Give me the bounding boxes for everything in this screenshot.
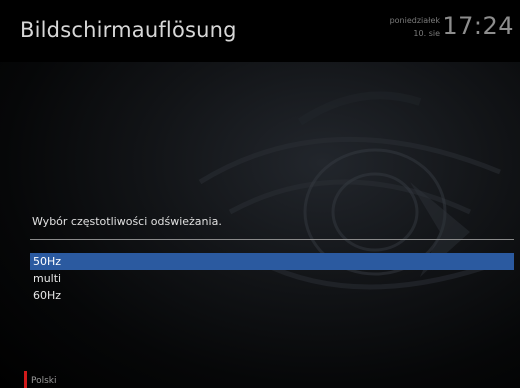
divider xyxy=(30,239,514,240)
clock: 17:24 xyxy=(442,12,514,40)
red-key-indicator xyxy=(24,371,27,388)
screen: Bildschirmauflösung poniedziałek 10. sie… xyxy=(0,0,520,388)
date-display: poniedziałek 10. sie xyxy=(390,14,440,40)
refresh-rate-list: 50Hz multi 60Hz xyxy=(30,253,514,304)
option-multi[interactable]: multi xyxy=(30,270,514,287)
refresh-rate-prompt: Wybór częstotliwości odświeżania. xyxy=(32,215,222,228)
option-60hz[interactable]: 60Hz xyxy=(30,287,514,304)
date-label: 10. sie xyxy=(413,29,440,38)
option-50hz[interactable]: 50Hz xyxy=(30,253,514,270)
header-bar: Bildschirmauflösung poniedziałek 10. sie… xyxy=(0,0,520,62)
page-title: Bildschirmauflösung xyxy=(20,18,237,42)
weekday-label: poniedziałek xyxy=(389,16,440,25)
language-label[interactable]: Polski xyxy=(31,376,57,386)
